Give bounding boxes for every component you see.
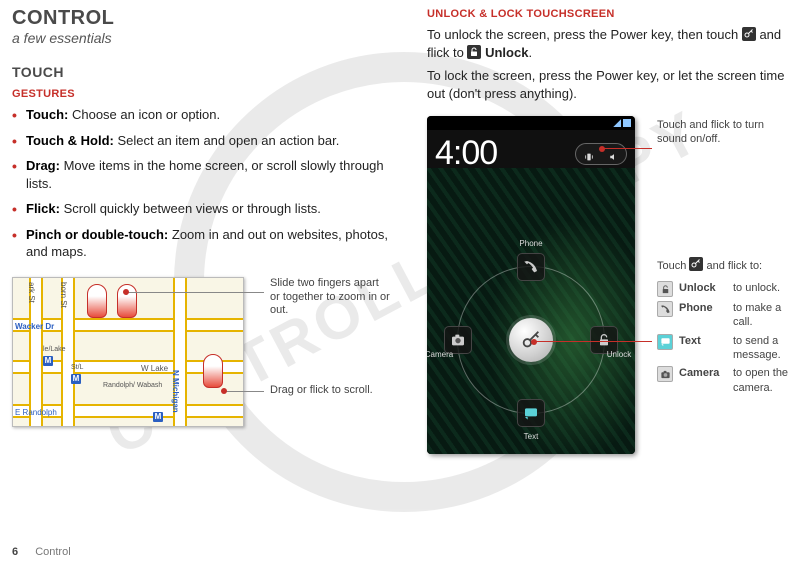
gestures-heading: GESTURES — [12, 88, 397, 100]
map-illustration: Wacker Dr W Lake E Randolph N Michigan a… — [12, 271, 397, 441]
scroll-annotation: Drag or flick to scroll. — [270, 384, 400, 398]
ring-camera-label: Camera — [427, 350, 462, 359]
footer-section: Control — [35, 546, 70, 558]
statusbar — [427, 116, 635, 130]
unlock-icon — [657, 281, 673, 297]
key-icon — [742, 27, 756, 41]
ring-text-label: Text — [511, 432, 551, 441]
battery-icon — [623, 119, 631, 127]
ring-phone[interactable] — [517, 253, 545, 281]
page-title: CONTROL — [12, 8, 397, 28]
vibrate-icon — [582, 149, 596, 159]
unlock-icon — [467, 45, 481, 59]
touch-heading: TOUCH — [12, 64, 397, 80]
map: Wacker Dr W Lake E Randolph N Michigan a… — [12, 277, 244, 427]
phone-icon — [657, 301, 673, 317]
flick-target-row: Phone to make a call. — [657, 301, 795, 330]
ring-phone-label: Phone — [511, 239, 551, 248]
phone-mockup: 4:00 Thu, Jul 26 Phone Unlock — [427, 116, 635, 454]
finger-icon — [203, 354, 223, 388]
gesture-item: Flick: Scroll quickly between views or t… — [12, 200, 397, 218]
finger-icon — [87, 284, 107, 318]
flick-target-row: Unlock to unlock. — [657, 281, 795, 297]
unlock-heading: UNLOCK & LOCK TOUCHSCREEN — [427, 8, 795, 20]
camera-icon — [657, 366, 673, 382]
footer: 6 Control — [12, 546, 71, 558]
page-number: 6 — [12, 546, 18, 558]
signal-icon — [613, 119, 621, 127]
flick-target-row: Camera to open the camera. — [657, 366, 795, 395]
gesture-item: Drag: Move items in the home screen, or … — [12, 157, 397, 192]
page-subtitle: a few essentials — [12, 30, 397, 46]
unlock-body-2: To lock the screen, press the Power key,… — [427, 67, 795, 102]
text-icon — [657, 334, 673, 350]
gesture-item: Touch & Hold: Select an item and open an… — [12, 132, 397, 150]
gesture-item: Touch: Choose an icon or option. — [12, 106, 397, 124]
ring-unlock-label: Unlock — [596, 350, 635, 359]
flick-target-row: Text to send a message. — [657, 334, 795, 363]
flick-annotation: Touch and flick to: — [657, 257, 795, 273]
ring-text[interactable] — [517, 399, 545, 427]
gestures-list: Touch: Choose an icon or option. Touch &… — [12, 106, 397, 261]
sound-annotation: Touch and flick to turn sound on/off. — [657, 118, 795, 147]
speaker-icon — [607, 149, 621, 159]
zoom-annotation: Slide two fingers apart or together to z… — [270, 277, 390, 318]
key-icon — [689, 257, 703, 271]
gesture-item: Pinch or double-touch: Zoom in and out o… — [12, 226, 397, 261]
unlock-body-1: To unlock the screen, press the Power ke… — [427, 26, 795, 61]
